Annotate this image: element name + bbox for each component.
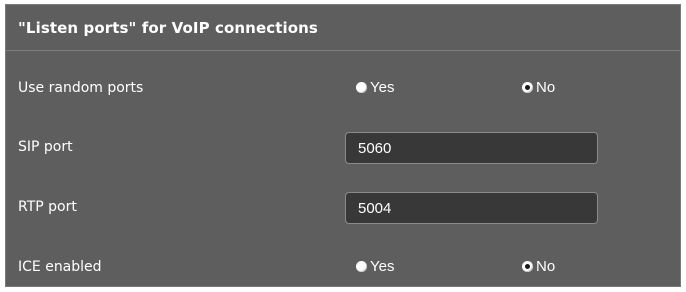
random-ports-label: Use random ports <box>18 80 144 96</box>
ice-enabled-no-radio[interactable]: No <box>522 258 555 275</box>
title-divider <box>6 50 680 51</box>
voip-listen-ports-panel: "Listen ports" for VoIP connections Use … <box>5 4 681 287</box>
sip-port-label: SIP port <box>18 139 73 155</box>
sip-port-input[interactable]: 5060 <box>345 132 598 164</box>
radio-checked-icon <box>522 261 533 272</box>
radio-unchecked-icon <box>356 261 367 272</box>
radio-option-label: No <box>536 258 556 275</box>
random-ports-yes-radio[interactable]: Yes <box>356 79 394 96</box>
rtp-port-input[interactable]: 5004 <box>345 192 598 224</box>
ice-enabled-label: ICE enabled <box>18 259 102 275</box>
radio-option-label: Yes <box>370 79 395 96</box>
radio-checked-icon <box>522 82 533 93</box>
ice-enabled-yes-radio[interactable]: Yes <box>356 258 394 275</box>
radio-option-label: No <box>536 79 556 96</box>
rtp-port-label: RTP port <box>18 199 77 215</box>
section-title: "Listen ports" for VoIP connections <box>18 19 318 37</box>
radio-option-label: Yes <box>370 258 395 275</box>
radio-unchecked-icon <box>356 82 367 93</box>
random-ports-no-radio[interactable]: No <box>522 79 555 96</box>
